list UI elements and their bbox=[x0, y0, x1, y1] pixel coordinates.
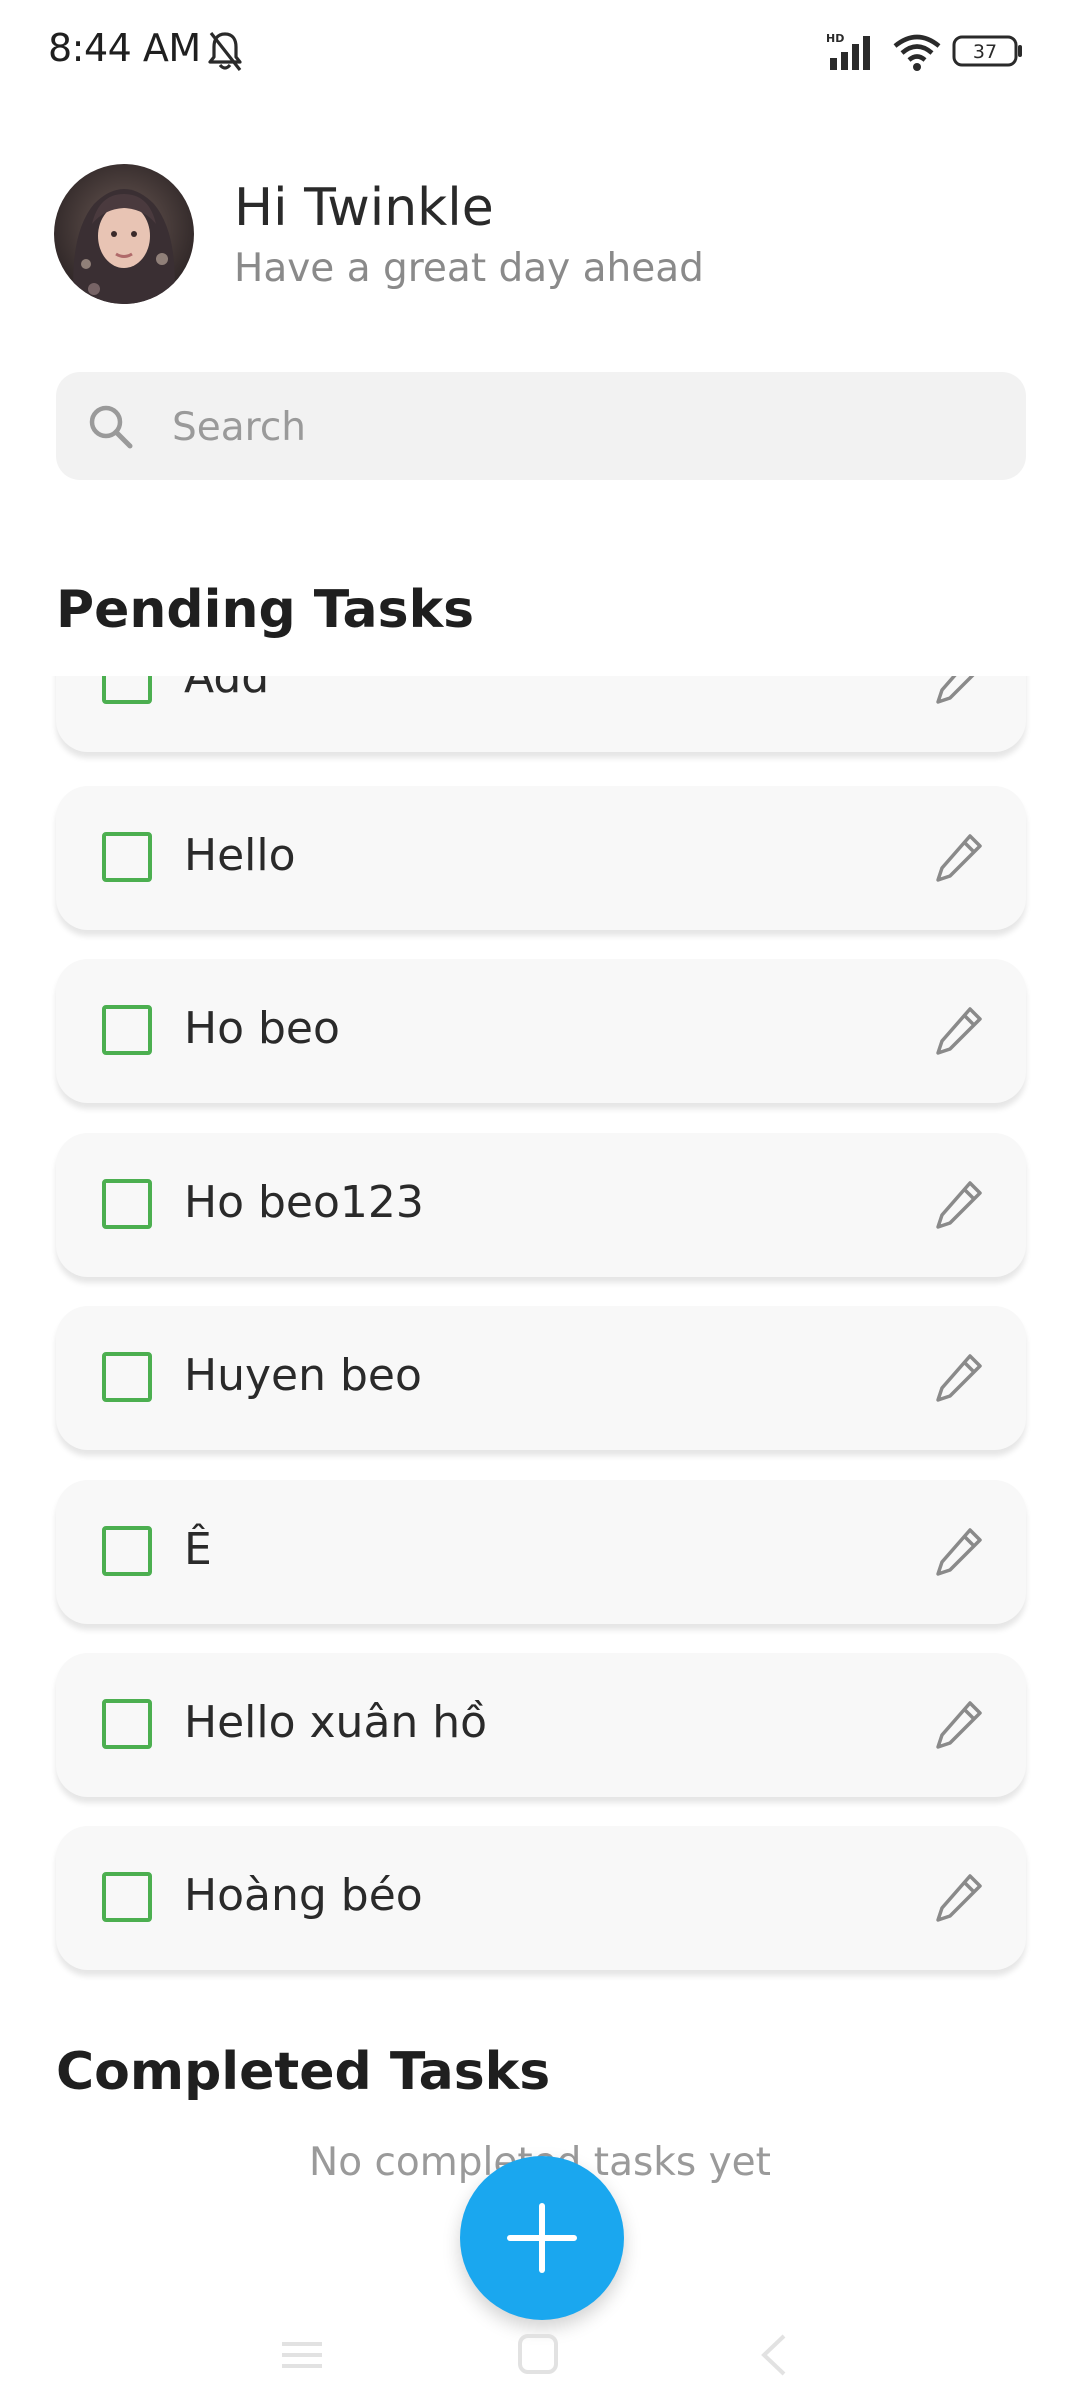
battery-icon: 37 bbox=[952, 35, 1022, 67]
avatar[interactable] bbox=[54, 164, 194, 304]
wifi-icon bbox=[893, 34, 941, 71]
task-label: Hoàng béo bbox=[184, 1870, 423, 1921]
edit-icon[interactable] bbox=[934, 1177, 986, 1231]
task-checkbox[interactable] bbox=[102, 1699, 152, 1749]
edit-icon[interactable] bbox=[934, 1003, 986, 1057]
task-label: Hello xuân hồ bbox=[184, 1697, 488, 1748]
edit-icon[interactable] bbox=[934, 1870, 986, 1924]
status-bar: 8:44 AM HD 37 bbox=[0, 0, 1080, 100]
task-checkbox[interactable] bbox=[102, 676, 152, 704]
edit-icon[interactable] bbox=[934, 830, 986, 884]
status-time: 8:44 AM bbox=[48, 26, 201, 70]
task-label: Huyen beo bbox=[184, 1350, 422, 1401]
greeting-title: Hi Twinkle bbox=[234, 178, 494, 238]
edit-icon[interactable] bbox=[934, 1350, 986, 1404]
pending-tasks-title: Pending Tasks bbox=[56, 580, 475, 640]
edit-icon[interactable] bbox=[934, 1524, 986, 1578]
edit-icon[interactable] bbox=[934, 1697, 986, 1751]
signal-icon: HD bbox=[826, 32, 870, 70]
task-card[interactable]: Ho beo bbox=[56, 959, 1026, 1103]
task-card[interactable]: Hello bbox=[56, 786, 1026, 930]
bell-off-icon bbox=[208, 32, 242, 71]
home-icon[interactable] bbox=[508, 2330, 568, 2380]
task-card[interactable]: Hoàng béo bbox=[56, 1826, 1026, 1970]
plus-icon bbox=[507, 2203, 577, 2273]
greeting-subtitle: Have a great day ahead bbox=[234, 246, 704, 291]
task-card[interactable]: Huyen beo bbox=[56, 1306, 1026, 1450]
task-label: Hello bbox=[184, 830, 296, 881]
task-checkbox[interactable] bbox=[102, 1526, 152, 1576]
network-badge: HD bbox=[826, 32, 844, 45]
task-checkbox[interactable] bbox=[102, 1179, 152, 1229]
pending-task-list[interactable]: Add Hello Ho beo Ho beo123 Huyen beo Ê H… bbox=[0, 676, 1080, 1996]
add-task-button[interactable] bbox=[460, 2156, 624, 2320]
search-input[interactable] bbox=[170, 372, 994, 482]
menu-icon[interactable] bbox=[272, 2330, 332, 2380]
task-checkbox[interactable] bbox=[102, 1872, 152, 1922]
edit-icon[interactable] bbox=[934, 676, 986, 706]
task-label: Add bbox=[184, 676, 270, 703]
task-card[interactable]: Ho beo123 bbox=[56, 1133, 1026, 1277]
task-checkbox[interactable] bbox=[102, 832, 152, 882]
completed-tasks-title: Completed Tasks bbox=[56, 2042, 551, 2102]
search-box[interactable] bbox=[56, 372, 1026, 482]
task-label: Ho beo bbox=[184, 1003, 340, 1054]
back-icon[interactable] bbox=[744, 2330, 804, 2380]
task-checkbox[interactable] bbox=[102, 1352, 152, 1402]
search-icon bbox=[89, 405, 133, 449]
task-checkbox[interactable] bbox=[102, 1005, 152, 1055]
battery-level: 37 bbox=[973, 41, 997, 63]
task-card[interactable]: Hello xuân hồ bbox=[56, 1653, 1026, 1797]
task-label: Ho beo123 bbox=[184, 1177, 424, 1228]
task-card[interactable]: Add bbox=[56, 676, 1026, 752]
task-label: Ê bbox=[184, 1524, 212, 1575]
system-nav-bar bbox=[0, 2300, 1080, 2400]
task-card[interactable]: Ê bbox=[56, 1480, 1026, 1624]
